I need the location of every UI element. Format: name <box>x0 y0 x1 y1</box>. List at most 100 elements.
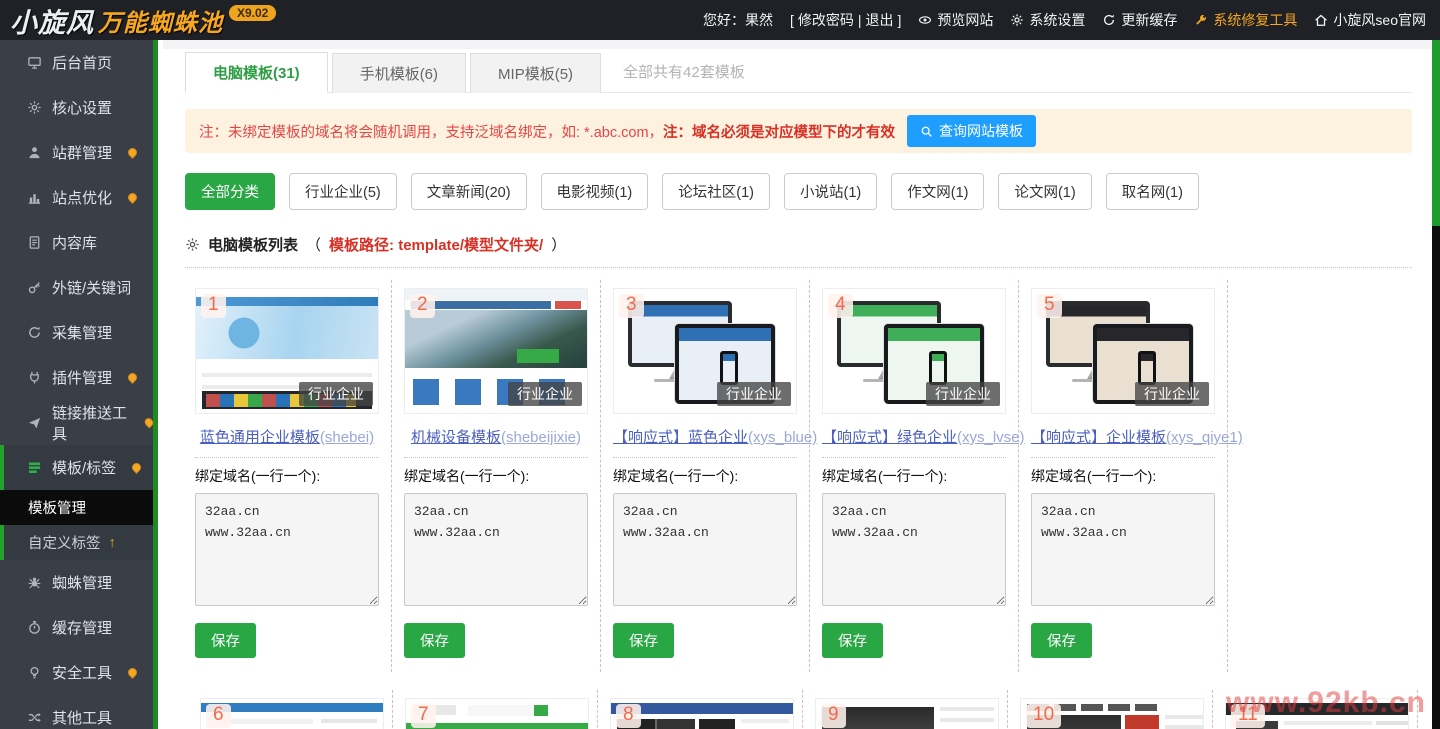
template-name-link[interactable]: 【响应式】企业模板 <box>1031 429 1166 446</box>
template-code-link[interactable]: (xys_blue) <box>748 429 817 446</box>
template-code-link[interactable]: (shebeijixie) <box>501 429 581 446</box>
domains-textarea[interactable]: 32aa.cn www.32aa.cn <box>404 493 588 606</box>
official-site-link[interactable]: 小旋风seo官网 <box>1314 10 1426 30</box>
save-button[interactable]: 保存 <box>613 623 674 658</box>
template-path: 模板路径: template/模型文件夹/ <box>329 237 544 254</box>
sidebar-item-links-keywords[interactable]: 外链/关键词 <box>0 265 153 310</box>
topbar-menu: 您好：果然 [ 修改密码 | 退出 ] 预览网站 系统设置 更新缓存 系统修复工… <box>703 10 1426 30</box>
sidebar-item-dashboard[interactable]: 后台首页 <box>0 40 153 85</box>
sidebar-item-spider-manage[interactable]: 蜘蛛管理 <box>0 560 153 605</box>
category-essay[interactable]: 作文网(1) <box>891 173 985 210</box>
logout-link[interactable]: 退出 <box>866 10 894 30</box>
category-forum[interactable]: 论坛社区(1) <box>662 173 770 210</box>
template-name-link[interactable]: 蓝色通用企业模板 <box>200 429 320 446</box>
pin-icon <box>126 371 139 384</box>
sidebar-item-other-tools[interactable]: 其他工具 <box>0 695 153 729</box>
sidebar-item-label: 链接推送工具 <box>52 404 128 443</box>
template-card: 6 <box>200 690 393 729</box>
account-links: [ 修改密码 | 退出 ] <box>790 10 901 30</box>
sidebar-item-link-push[interactable]: 链接推送工具 <box>0 400 156 445</box>
domains-textarea[interactable]: 32aa.cn www.32aa.cn <box>1031 493 1215 606</box>
bar-chart-icon <box>27 190 42 205</box>
sidebar-subitem-custom-tags[interactable]: 自定义标签 ↑ <box>4 525 153 560</box>
sidebar-subitem-template-manage[interactable]: 模板管理 <box>0 490 153 525</box>
template-number-badge: 10 <box>1026 704 1062 728</box>
sidebar-item-core-settings[interactable]: 核心设置 <box>0 85 153 130</box>
preview-site-label: 预览网站 <box>937 12 994 28</box>
sidebar-item-site-group[interactable]: 站群管理 <box>0 130 153 175</box>
template-thumbnail: 5 行业企业 <box>1031 288 1215 414</box>
sidebar: 后台首页 核心设置 站群管理 站点优化 内容库 外链/关键词 采集管理 插件管理… <box>0 40 158 729</box>
template-thumbnail: 4 行业企业 <box>822 288 1006 414</box>
divider <box>195 457 379 458</box>
app-logo: 小旋风 万能蜘蛛池 X9.02 <box>10 1 277 40</box>
sidebar-item-label: 站群管理 <box>52 145 113 162</box>
save-button[interactable]: 保存 <box>195 623 256 658</box>
sidebar-item-template-tags[interactable]: 模板/标签 <box>4 445 153 490</box>
tabs-total-note: 全部共有42套模板 <box>623 64 745 81</box>
sidebar-item-label: 内容库 <box>52 235 98 252</box>
refresh-cache-link[interactable]: 更新缓存 <box>1102 10 1177 30</box>
eye-icon <box>918 13 932 27</box>
save-button[interactable]: 保存 <box>822 623 883 658</box>
category-all[interactable]: 全部分类 <box>185 173 275 210</box>
tab-mip-templates[interactable]: MIP模板(5) <box>470 53 602 93</box>
template-name-link[interactable]: 【响应式】蓝色企业 <box>613 429 748 446</box>
category-thesis[interactable]: 论文网(1) <box>998 173 1092 210</box>
sidebar-item-label: 采集管理 <box>52 325 113 342</box>
section-header: 电脑模板列表 （ 模板路径: template/模型文件夹/ ） <box>185 234 1412 268</box>
sidebar-item-label: 安全工具 <box>52 665 113 682</box>
sidebar-item-cache-manage[interactable]: 缓存管理 <box>0 605 153 650</box>
bracket: [ <box>790 12 794 28</box>
home-icon <box>1314 13 1328 27</box>
change-password-link[interactable]: 修改密码 <box>798 10 854 30</box>
vertical-scrollbar-thumb[interactable] <box>1432 40 1440 226</box>
domains-textarea[interactable]: 32aa.cn www.32aa.cn <box>613 493 797 606</box>
template-name: 机械设备模板(shebeijixie) <box>404 426 588 447</box>
sidebar-item-content-library[interactable]: 内容库 <box>0 220 153 265</box>
template-card: 10 <box>1020 690 1213 729</box>
sidebar-item-security-tools[interactable]: 安全工具 <box>0 650 153 695</box>
search-icon <box>920 125 933 138</box>
bind-domains-label: 绑定域名(一行一个): <box>404 468 530 484</box>
sidebar-item-label: 缓存管理 <box>52 620 113 637</box>
query-template-button[interactable]: 查询网站模板 <box>907 115 1037 147</box>
sidebar-item-label: 蜘蛛管理 <box>52 575 113 592</box>
domains-textarea[interactable]: 32aa.cn www.32aa.cn <box>822 493 1006 606</box>
category-industry[interactable]: 行业企业(5) <box>289 173 397 210</box>
bind-domains-label: 绑定域名(一行一个): <box>613 468 739 484</box>
category-novel[interactable]: 小说站(1) <box>784 173 878 210</box>
domains-textarea[interactable]: 32aa.cn www.32aa.cn <box>195 493 379 606</box>
system-settings-link[interactable]: 系统设置 <box>1010 10 1085 30</box>
category-video[interactable]: 电影视频(1) <box>540 173 649 210</box>
repair-tool-label: 系统修复工具 <box>1213 12 1298 28</box>
template-thumbnail: 2 行业企业 <box>404 288 588 414</box>
official-site-label: 小旋风seo官网 <box>1333 12 1426 28</box>
wrench-icon <box>1194 13 1208 27</box>
template-number-badge: 4 <box>828 294 853 318</box>
sidebar-item-label: 模板/标签 <box>52 460 117 477</box>
save-button[interactable]: 保存 <box>404 623 465 658</box>
template-code-link[interactable]: (xys_lvse) <box>957 429 1025 446</box>
category-news[interactable]: 文章新闻(20) <box>410 173 527 210</box>
template-name: 【响应式】绿色企业(xys_lvse) <box>822 426 1025 447</box>
template-code-link[interactable]: (xys_qiye1) <box>1166 429 1243 446</box>
sidebar-item-site-optimize[interactable]: 站点优化 <box>0 175 153 220</box>
gear-icon <box>27 100 42 115</box>
template-name-link[interactable]: 机械设备模板 <box>411 429 501 446</box>
sidebar-item-plugins[interactable]: 插件管理 <box>0 355 153 400</box>
save-button[interactable]: 保存 <box>1031 623 1092 658</box>
template-card: 7 <box>405 690 598 729</box>
sidebar-item-collection[interactable]: 采集管理 <box>0 310 153 355</box>
divider <box>1031 457 1215 458</box>
category-naming[interactable]: 取名网(1) <box>1105 173 1199 210</box>
separator: | <box>857 12 862 28</box>
template-name-link[interactable]: 【响应式】绿色企业 <box>822 429 957 446</box>
tab-pc-templates[interactable]: 电脑模板(31) <box>185 52 328 93</box>
main-panel: 电脑模板(31) 手机模板(6) MIP模板(5) 全部共有42套模板 注：未绑… <box>163 40 1432 729</box>
repair-tool-link[interactable]: 系统修复工具 <box>1194 10 1297 30</box>
tab-mobile-templates[interactable]: 手机模板(6) <box>331 53 467 93</box>
template-name: 蓝色通用企业模板(shebei) <box>195 426 379 447</box>
template-code-link[interactable]: (shebei) <box>320 429 374 446</box>
preview-site-link[interactable]: 预览网站 <box>918 10 993 30</box>
